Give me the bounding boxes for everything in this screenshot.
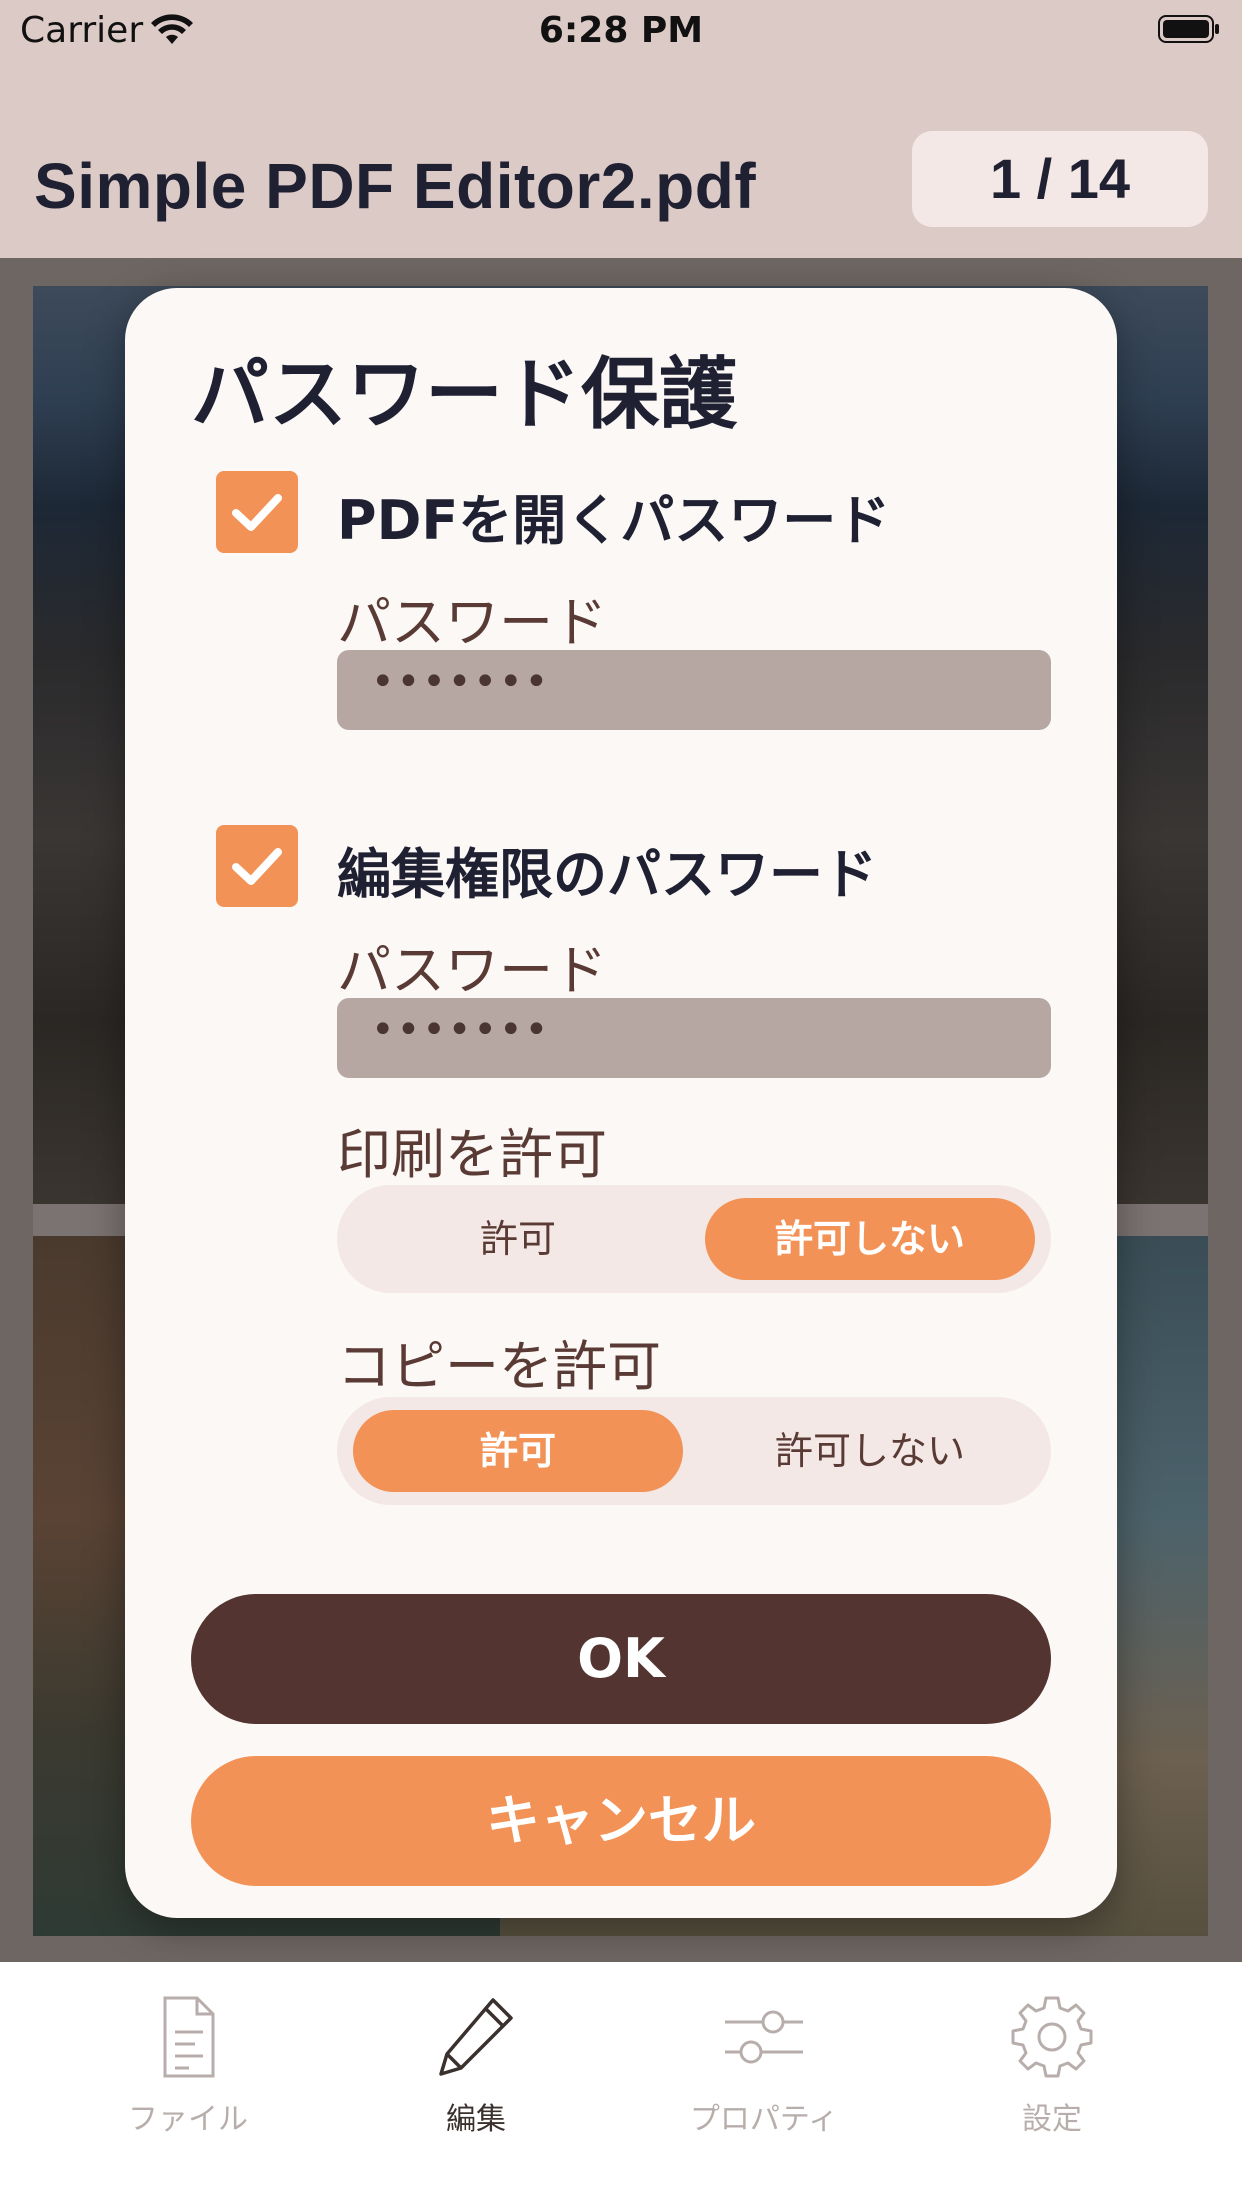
cancel-button[interactable]: キャンセル <box>191 1756 1051 1886</box>
edit-password-input[interactable]: ••••••• <box>337 998 1051 1078</box>
sliders-icon <box>725 2010 803 2064</box>
tab-bar: ファイル 編集 プロパティ 設定 <box>0 1962 1242 2208</box>
tab-properties[interactable]: プロパティ <box>664 1992 864 2138</box>
status-bar: Carrier 6:28 PM <box>0 0 1242 64</box>
copy-permission-label: コピーを許可 <box>337 1335 661 1398</box>
clock: 6:28 PM <box>538 10 704 51</box>
document-title: Simple PDF Editor2.pdf <box>34 150 757 222</box>
print-allow-option[interactable]: 許可 <box>353 1198 683 1280</box>
ok-button[interactable]: OK <box>191 1594 1051 1724</box>
copy-deny-option[interactable]: 許可しない <box>705 1410 1035 1492</box>
tab-file-label: ファイル <box>128 2102 248 2137</box>
open-password-checkbox[interactable] <box>216 471 298 553</box>
tab-edit[interactable]: 編集 <box>376 1992 576 2138</box>
open-password-input[interactable]: ••••••• <box>337 650 1051 730</box>
copy-allow-option[interactable]: 許可 <box>353 1410 683 1492</box>
document-icon <box>163 1996 215 2078</box>
tab-settings[interactable]: 設定 <box>952 1992 1152 2138</box>
battery-icon <box>1158 15 1219 43</box>
edit-password-label: 編集権限のパスワード <box>337 843 877 906</box>
nav-header: Simple PDF Editor2.pdf 1 / 14 <box>0 64 1242 258</box>
edit-password-checkbox[interactable] <box>216 825 298 907</box>
print-deny-option[interactable]: 許可しない <box>705 1198 1035 1280</box>
print-permission-segment: 許可 許可しない <box>337 1185 1051 1293</box>
print-permission-label: 印刷を許可 <box>337 1123 607 1186</box>
checkmark-icon <box>232 494 282 531</box>
tab-settings-label: 設定 <box>1022 2102 1082 2137</box>
password-protection-dialog: パスワード保護 PDFを開くパスワード パスワード ••••••• 編集権限のパ… <box>125 288 1117 1918</box>
page-counter[interactable]: 1 / 14 <box>912 131 1208 227</box>
pencil-icon <box>439 1998 513 2076</box>
open-password-field-label: パスワード <box>337 591 607 654</box>
gear-icon <box>1011 1996 1093 2078</box>
copy-permission-segment: 許可 許可しない <box>337 1397 1051 1505</box>
open-password-label: PDFを開くパスワード <box>337 489 891 552</box>
checkmark-icon <box>232 848 282 885</box>
dialog-title: パスワード保護 <box>191 350 738 440</box>
tab-edit-label: 編集 <box>446 2102 506 2137</box>
edit-password-field-label: パスワード <box>337 939 607 1002</box>
tab-properties-label: プロパティ <box>689 2102 839 2137</box>
tab-file[interactable]: ファイル <box>88 1992 288 2138</box>
